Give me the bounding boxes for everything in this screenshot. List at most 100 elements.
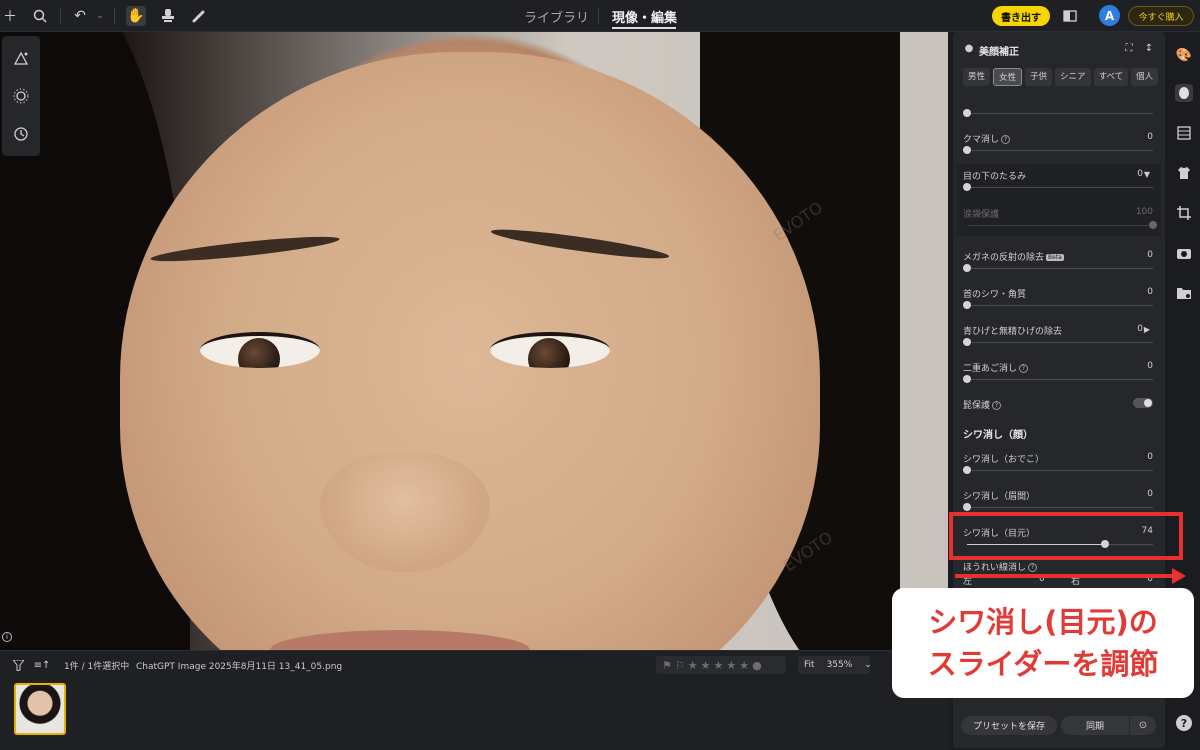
tab-develop[interactable]: 現像・編集 xyxy=(612,7,677,26)
preset-chips: 男性 女性 子供 シニア すべて 個人 xyxy=(963,68,1159,86)
annotation-callout: シワ消し(目元)の スライダーを調節 xyxy=(892,588,1194,698)
help-icon[interactable]: ? xyxy=(1028,563,1038,572)
slider-handle[interactable] xyxy=(963,338,971,346)
caret-right-icon[interactable]: ▶ xyxy=(1141,323,1153,335)
section-title-wrinkle: シワ消し（顔） xyxy=(963,430,1033,441)
crop-icon[interactable] xyxy=(1175,204,1193,222)
avatar[interactable]: A xyxy=(1099,5,1120,26)
export-button[interactable]: 書き出す xyxy=(992,6,1050,26)
chip-personal[interactable]: 個人 xyxy=(1131,68,1159,86)
photo-thumbnail[interactable] xyxy=(14,683,66,735)
undo-icon[interactable]: ↶ xyxy=(70,6,90,26)
buy-now-button[interactable]: 今すぐ購入 xyxy=(1128,6,1194,26)
face-region xyxy=(120,52,820,650)
filter-icon[interactable] xyxy=(8,655,28,675)
chip-child[interactable]: 子供 xyxy=(1025,68,1053,86)
flag-icon[interactable]: ⚑ xyxy=(662,659,672,672)
row-value-odeko: 0 xyxy=(1147,452,1153,462)
slider-handle[interactable] xyxy=(963,183,971,191)
compare-icon[interactable] xyxy=(1060,6,1080,26)
beta-badge: Beta xyxy=(1046,254,1064,261)
slider-track-tarumi[interactable] xyxy=(963,183,1153,191)
row-label-aohige: 青ひげと無精ひげの除去 xyxy=(963,327,1063,337)
reject-flag-icon[interactable]: ⚐ xyxy=(675,659,685,672)
slider-track-kuma[interactable] xyxy=(963,146,1153,154)
hand-icon[interactable]: ✋ xyxy=(126,6,146,26)
slider-handle[interactable] xyxy=(963,109,971,117)
info-icon[interactable]: i xyxy=(2,632,12,642)
slider-track-megane[interactable] xyxy=(963,264,1153,272)
face-retouch-icon[interactable] xyxy=(1175,84,1193,102)
plus-icon[interactable]: ＋ xyxy=(0,6,20,26)
top-bar: ＋ ↶ ⌄ ✋ ライブラリ 現像・編集 書き出す A 今すぐ購入 xyxy=(0,0,1200,32)
help-icon[interactable]: ? xyxy=(1175,714,1193,732)
sun-icon[interactable] xyxy=(11,86,31,106)
save-preset-button[interactable]: プリセットを保存 xyxy=(961,716,1057,735)
palette-icon[interactable]: 🎨 xyxy=(1175,46,1193,64)
callout-line-2: スライダーを調節 xyxy=(927,647,1159,681)
slider-handle[interactable] xyxy=(963,301,971,309)
panel-title: 美顔補正 xyxy=(979,47,1019,58)
slider-track-nijuu[interactable] xyxy=(963,375,1153,383)
fit-button[interactable]: Fit xyxy=(798,660,821,670)
photo-canvas[interactable]: EVOTO EVOTO xyxy=(0,32,948,650)
tab-divider xyxy=(598,8,599,24)
slider-track-kubi[interactable] xyxy=(963,301,1153,309)
stamp-icon[interactable] xyxy=(158,6,178,26)
color-label-icon[interactable]: ● xyxy=(752,659,762,672)
adjust-tool-icon[interactable] xyxy=(11,48,31,68)
star-icon[interactable]: ★ xyxy=(739,659,749,672)
slider-handle[interactable] xyxy=(963,264,971,272)
hoho-toggle[interactable] xyxy=(1133,398,1153,408)
sort-icon[interactable]: ≡↑ xyxy=(32,655,52,675)
slider-handle[interactable] xyxy=(963,146,971,154)
chevron-down-icon[interactable]: ⌄ xyxy=(90,6,110,26)
callout-line-1: シワ消し(目元)の xyxy=(928,605,1158,639)
row-value-kuma: 0 xyxy=(1147,132,1153,142)
annotation-arrow-head xyxy=(1172,568,1186,584)
reset-icon[interactable]: ↕ xyxy=(1143,42,1155,54)
background-icon[interactable] xyxy=(1175,124,1193,142)
chip-senior[interactable]: シニア xyxy=(1055,68,1091,86)
app-window: ＋ ↶ ⌄ ✋ ライブラリ 現像・編集 書き出す A 今すぐ購入 EVOTO E… xyxy=(0,0,1200,750)
row-label-odeko: シワ消し（おでこ） xyxy=(963,455,1045,465)
star-icon[interactable]: ★ xyxy=(714,659,724,672)
rating-control[interactable]: ⚑ ⚐ ★ ★ ★ ★ ★ ● xyxy=(656,656,786,674)
slider-track-namida xyxy=(967,221,1157,229)
slider-track[interactable] xyxy=(963,109,1153,117)
star-icon[interactable]: ★ xyxy=(726,659,736,672)
filmstrip: ≡↑ 1件 / 1件選択中 ChatGPT Image 2025年8月11日 1… xyxy=(0,650,948,750)
slider-track-odeko[interactable] xyxy=(963,466,1153,474)
slider-track-aohige[interactable] xyxy=(963,338,1153,346)
tab-library[interactable]: ライブラリ xyxy=(524,7,589,26)
caret-down-icon[interactable]: ▼ xyxy=(1141,168,1153,180)
chip-all[interactable]: すべて xyxy=(1093,68,1129,86)
help-icon[interactable]: ? xyxy=(1001,135,1011,144)
help-icon[interactable]: ? xyxy=(992,401,1002,410)
help-icon[interactable]: ? xyxy=(1019,364,1029,373)
star-icon[interactable]: ★ xyxy=(688,659,698,672)
right-eyebrow xyxy=(489,224,671,264)
clothing-icon[interactable] xyxy=(1175,164,1193,182)
slider-handle[interactable] xyxy=(963,375,971,383)
face-detect-icon[interactable]: ⛶ xyxy=(1123,42,1135,54)
eyedropper-icon[interactable] xyxy=(189,6,209,26)
search-icon[interactable] xyxy=(30,6,50,26)
sync-options-icon[interactable]: ⊙ xyxy=(1130,716,1156,735)
chip-male[interactable]: 男性 xyxy=(963,68,991,86)
camera-icon[interactable] xyxy=(1175,244,1193,262)
zoom-control[interactable]: Fit 355% ⌄ xyxy=(798,656,872,674)
chevron-down-icon[interactable]: ⌄ xyxy=(858,660,878,670)
panel-footer: プリセットを保存 同期 ⊙ xyxy=(953,712,1165,744)
slider-handle[interactable] xyxy=(963,466,971,474)
history-icon[interactable] xyxy=(11,124,31,144)
slider-track-miken[interactable] xyxy=(963,503,1153,511)
zoom-select[interactable]: 355% xyxy=(821,660,859,670)
sync-button[interactable]: 同期 xyxy=(1061,716,1129,735)
star-icon[interactable]: ★ xyxy=(701,659,711,672)
chip-female[interactable]: 女性 xyxy=(993,68,1023,86)
slider-handle[interactable] xyxy=(963,503,971,511)
folder-settings-icon[interactable] xyxy=(1175,284,1193,302)
nose-region xyxy=(320,452,490,572)
row-label-namida: 涙袋保護 xyxy=(963,210,1000,220)
